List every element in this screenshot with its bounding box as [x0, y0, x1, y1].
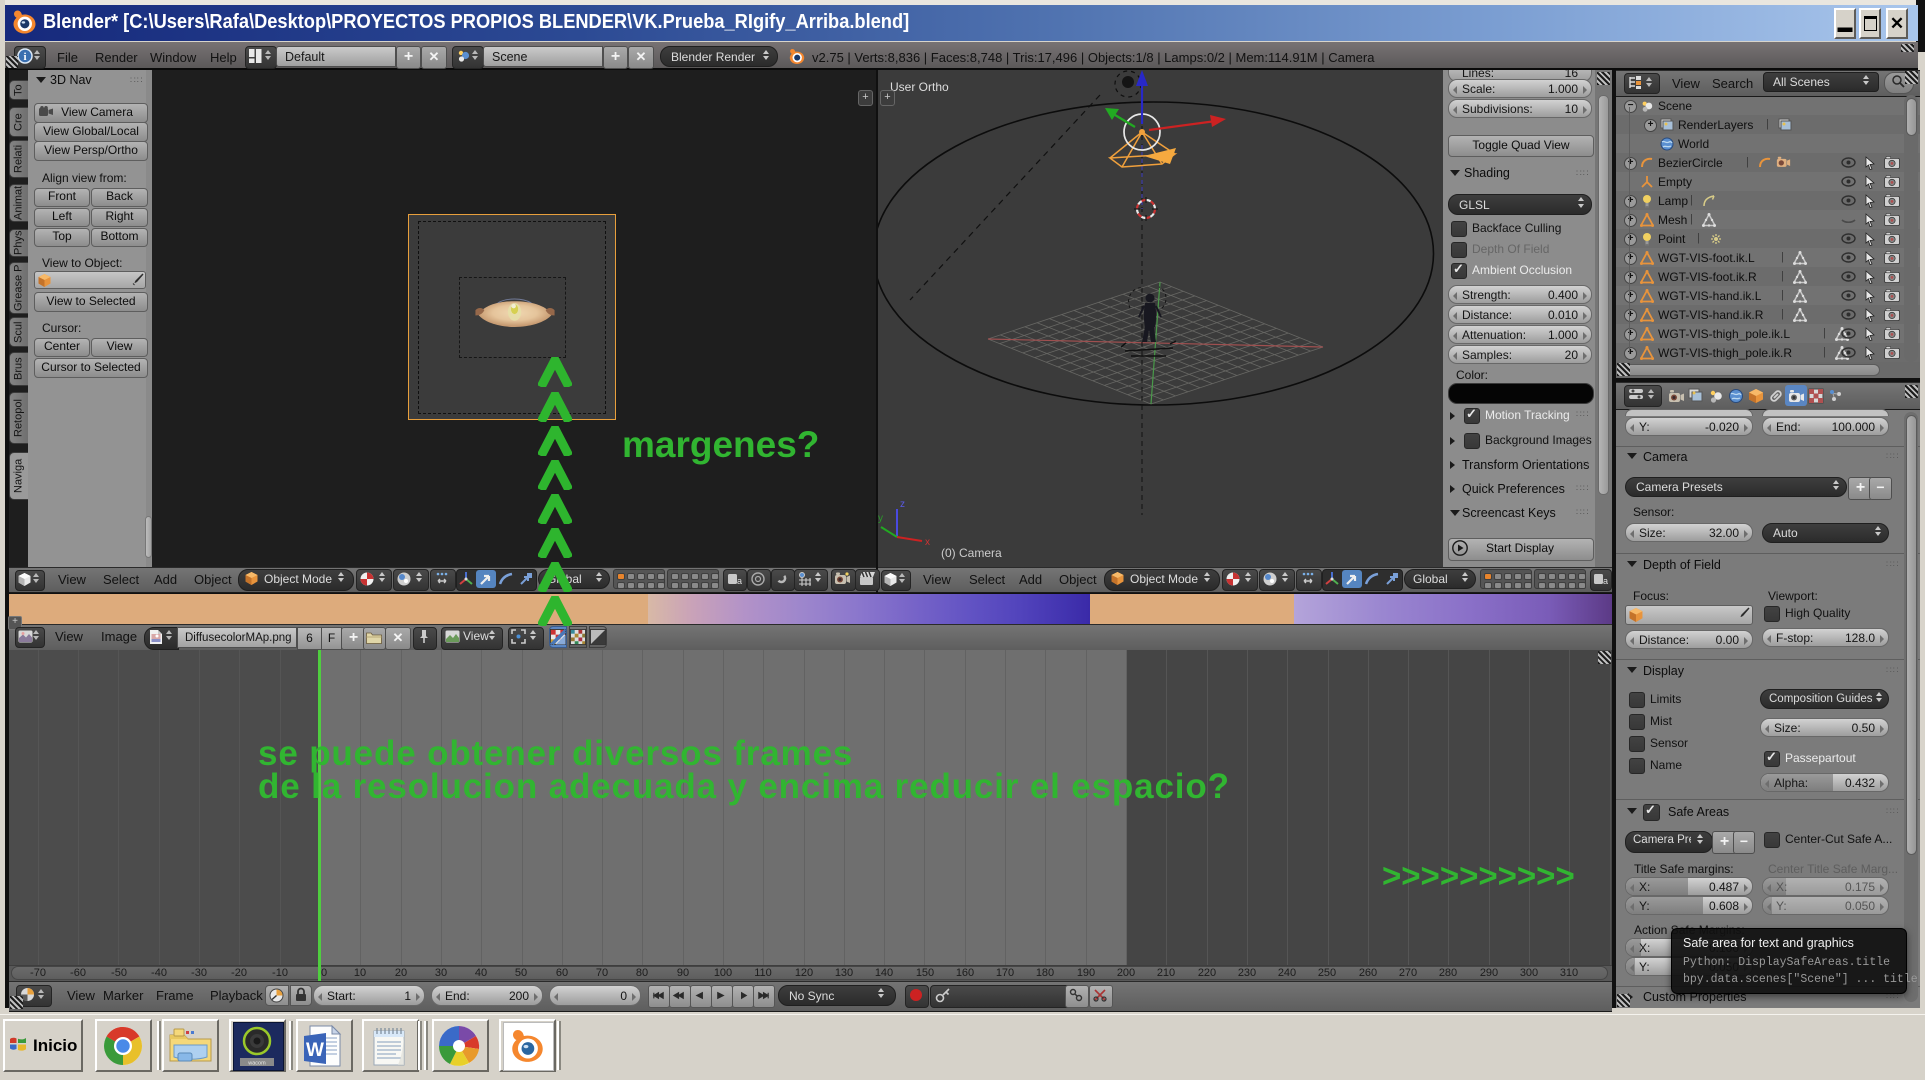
svg-text:y: y	[878, 513, 883, 524]
svg-text:z: z	[900, 499, 905, 510]
svg-text:a: a	[1603, 576, 1608, 586]
svg-text:W: W	[306, 1040, 324, 1061]
svg-text:a: a	[737, 576, 742, 586]
svg-text:x: x	[925, 537, 930, 548]
svg-text:wacom: wacom	[247, 1061, 266, 1067]
svg-text:i: i	[23, 51, 26, 63]
